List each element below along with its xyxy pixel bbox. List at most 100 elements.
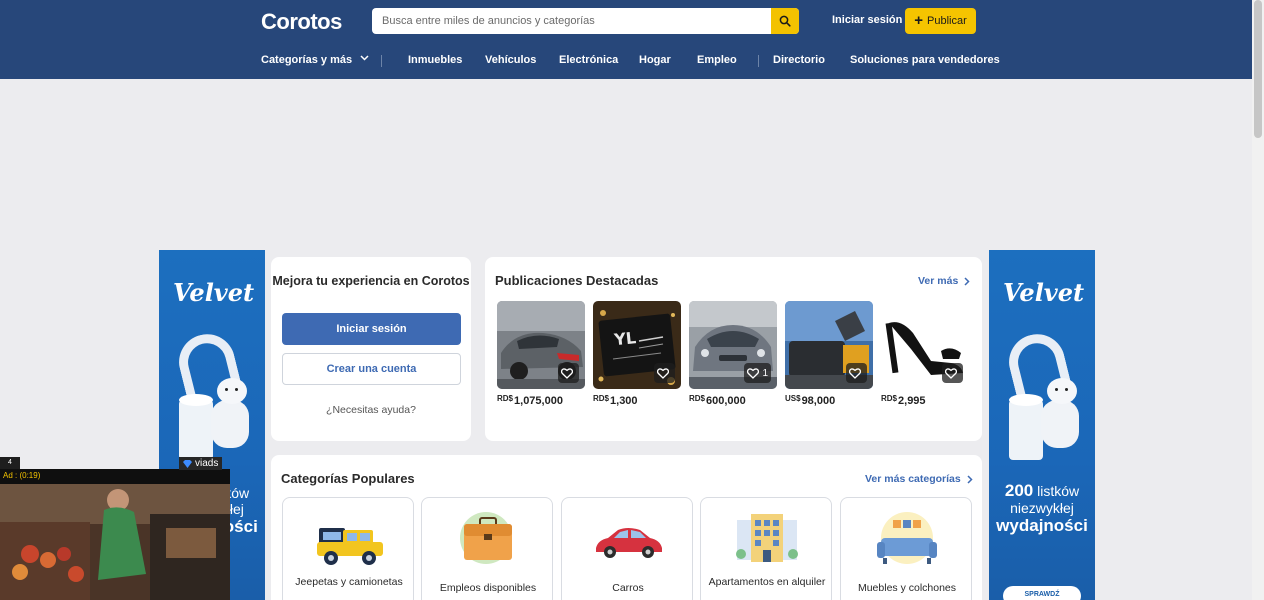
- featured-see-more-link[interactable]: Ver más: [918, 275, 970, 287]
- favorite-button[interactable]: 1: [744, 363, 771, 383]
- heart-icon: [747, 367, 760, 379]
- login-button[interactable]: Iniciar sesión: [282, 313, 461, 345]
- nav-vehiculos[interactable]: Vehículos: [485, 54, 536, 66]
- ad-bear-body: [1041, 400, 1079, 448]
- chevron-right-icon: [967, 474, 973, 484]
- video-ad-bar: Ad : (0:19): [0, 469, 230, 484]
- search-bar: [372, 8, 799, 34]
- category-card-carros[interactable]: Carros: [561, 497, 693, 600]
- category-card-empleos[interactable]: Empleos disponibles: [421, 497, 553, 600]
- nav-inmuebles[interactable]: Inmuebles: [408, 54, 462, 66]
- ad-bear-eye: [225, 388, 228, 391]
- header-login-link[interactable]: Iniciar sesión: [832, 14, 902, 26]
- price-amount: 98,000: [801, 395, 836, 407]
- sofa-icon: [877, 512, 937, 564]
- popular-categories-card: Categorías Populares Ver más categorías …: [271, 455, 982, 600]
- nav-categories-dropdown[interactable]: Categorías y más: [261, 54, 369, 66]
- listing-card[interactable]: YL RD$1,300: [593, 301, 681, 407]
- video-ad-timer: Ad : (0:19): [3, 471, 41, 480]
- listing-photo: [881, 301, 969, 389]
- popular-categories-title: Categorías Populares: [281, 471, 415, 486]
- diamond-icon: [183, 459, 192, 468]
- login-card-title: Mejora tu experiencia en Corotos: [272, 274, 470, 288]
- listing-price: RD$600,000: [689, 394, 777, 407]
- ad-text-line-2: niezwykłej: [1010, 500, 1074, 516]
- listing-card[interactable]: RD$1,075,000: [497, 301, 585, 407]
- nav-divider: [381, 55, 382, 67]
- price-currency: RD$: [497, 394, 514, 403]
- heart-icon: [657, 367, 669, 379]
- video-ad-overlay[interactable]: 4 Ad : (0:19) viads: [0, 457, 230, 600]
- page-scrollbar[interactable]: [1252, 0, 1264, 600]
- scrollbar-thumb[interactable]: [1254, 0, 1262, 138]
- listing-photo: YL: [593, 301, 681, 389]
- login-card: Mejora tu experiencia en Corotos Iniciar…: [271, 257, 471, 441]
- nav-electronica[interactable]: Electrónica: [559, 54, 618, 66]
- publish-button[interactable]: + Publicar: [905, 8, 976, 34]
- favorite-count: 1: [762, 367, 768, 379]
- viads-logo[interactable]: viads: [179, 457, 223, 470]
- price-amount: 2,995: [898, 395, 926, 407]
- featured-title: Publicaciones Destacadas: [495, 273, 659, 288]
- category-card-jeepetas[interactable]: Jeepetas y camionetas: [282, 497, 414, 600]
- favorite-button[interactable]: [558, 363, 579, 383]
- price-currency: RD$: [689, 394, 706, 403]
- create-account-button[interactable]: Crear una cuenta: [282, 353, 461, 385]
- popular-see-more-link[interactable]: Ver más categorías: [865, 473, 973, 485]
- ad-bear-eye: [1065, 388, 1068, 391]
- nav-categories-label: Categorías y más: [261, 54, 353, 66]
- publish-label: Publicar: [927, 15, 967, 27]
- corotos-logo[interactable]: Corotos: [261, 9, 342, 35]
- category-label: Muebles y colchones: [857, 582, 957, 594]
- plus-icon: +: [914, 12, 923, 29]
- ad-bear-head: [217, 378, 247, 404]
- svg-text:YL: YL: [612, 328, 637, 349]
- category-card-apartamentos[interactable]: Apartamentos en alquiler: [700, 497, 832, 600]
- video-ad-frame[interactable]: [0, 484, 230, 600]
- popular-see-more-label: Ver más categorías: [865, 473, 961, 485]
- favorite-button[interactable]: [846, 363, 867, 383]
- listing-card[interactable]: RD$2,995: [881, 301, 969, 407]
- ad-cta-button[interactable]: SPRAWDŹ: [1003, 586, 1081, 600]
- listing-photo: [785, 301, 873, 389]
- favorite-button[interactable]: [654, 363, 675, 383]
- nav-soluciones-vendedores[interactable]: Soluciones para vendedores: [850, 54, 1000, 66]
- ad-text-number: 200: [1004, 481, 1034, 500]
- jeep-icon: [317, 528, 383, 565]
- ad-toilet-roll: [1009, 400, 1043, 460]
- ad-bear-body: [211, 400, 249, 448]
- listing-photo: [497, 301, 585, 389]
- listing-price: RD$1,075,000: [497, 394, 585, 407]
- listing-price: RD$2,995: [881, 394, 969, 407]
- category-card-muebles[interactable]: Muebles y colchones: [840, 497, 972, 600]
- price-currency: RD$: [593, 394, 610, 403]
- listing-card[interactable]: US$98,000: [785, 301, 873, 407]
- featured-see-more-label: Ver más: [918, 275, 959, 287]
- ad-bear-eye: [235, 388, 238, 391]
- ad-bear-eye: [1055, 388, 1058, 391]
- help-link[interactable]: ¿Necesitas ayuda?: [271, 404, 471, 416]
- category-label: Jeepetas y camionetas: [295, 576, 403, 588]
- search-button[interactable]: [771, 8, 799, 34]
- price-amount: 1,075,000: [514, 395, 563, 407]
- ad-brand-logo: Velvet: [1003, 278, 1085, 307]
- nav-empleo[interactable]: Empleo: [697, 54, 737, 66]
- heart-icon: [945, 367, 957, 379]
- ad-toilet-roll: [179, 400, 213, 460]
- nav-directorio[interactable]: Directorio: [773, 54, 825, 66]
- nav-hogar[interactable]: Hogar: [639, 54, 671, 66]
- price-currency: US$: [785, 394, 801, 403]
- ad-text-line-3: wydajności: [996, 516, 1088, 535]
- side-banner-ad-right[interactable]: Velvet 200 listków niezwykłej wydajności…: [989, 250, 1095, 600]
- search-input[interactable]: [372, 8, 771, 34]
- price-amount: 1,300: [610, 395, 638, 407]
- favorite-button[interactable]: [942, 363, 963, 383]
- chevron-down-icon: [360, 55, 369, 61]
- viads-label: viads: [195, 458, 219, 469]
- ad-bear-head: [1047, 378, 1077, 404]
- heart-icon: [561, 367, 573, 379]
- listing-card[interactable]: 1 RD$600,000: [689, 301, 777, 407]
- site-header: Corotos Iniciar sesión + Publicar Catego…: [0, 0, 1252, 79]
- ad-text-word: listków: [1037, 483, 1080, 499]
- ad-brand-logo: Velvet: [173, 278, 255, 307]
